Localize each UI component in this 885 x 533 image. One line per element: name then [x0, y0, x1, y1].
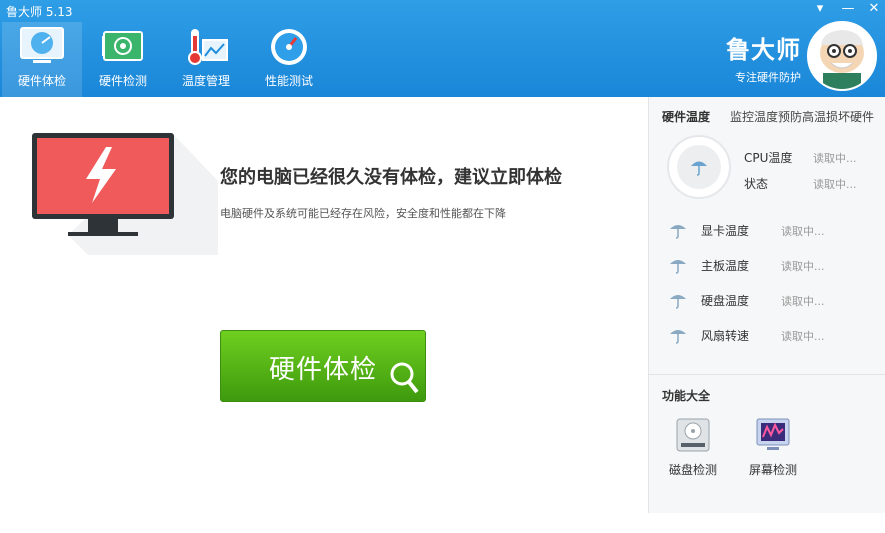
minimize-button[interactable]: —: [838, 1, 858, 16]
nav-tab-temperature[interactable]: 温度管理: [166, 22, 246, 97]
list-item: 显卡温度 读取中...: [669, 220, 869, 240]
tools-section-title: 功能大全: [662, 389, 711, 403]
tool-label: 屏幕检测: [748, 463, 797, 477]
menu-dropdown-button[interactable]: ▾: [810, 1, 830, 16]
hw-temp-value: 读取中...: [781, 295, 825, 308]
list-item: 硬盘温度 读取中...: [669, 290, 869, 310]
hw-temp-value: 读取中...: [781, 225, 825, 238]
hw-temp-name: 风扇转速: [701, 329, 750, 343]
disk-check-icon: [675, 417, 711, 453]
hardware-checkup-button[interactable]: 硬件体检: [220, 330, 426, 402]
app-title: 鲁大师 5.13: [6, 5, 73, 19]
bottom-strip: [0, 513, 885, 533]
temperature-section-desc: 监控温度预防高温损坏硬件: [730, 110, 875, 124]
cpu-temp-label: CPU温度: [744, 151, 793, 165]
cpu-temp-value: 读取中...: [813, 152, 857, 165]
umbrella-icon: [670, 260, 686, 274]
nav-tab-hardware-detect[interactable]: 硬件检测: [83, 22, 163, 97]
list-item: 风扇转速 读取中...: [669, 325, 869, 345]
hw-temp-name: 主板温度: [701, 259, 750, 273]
nav-label: 性能测试: [264, 74, 313, 88]
status-value: 读取中...: [813, 178, 857, 191]
nav-tab-performance[interactable]: 性能测试: [249, 22, 329, 97]
magnifier-icon: [389, 361, 419, 395]
brand-tagline: 专注硬件防护: [735, 71, 801, 84]
side-panel: 硬件温度 监控温度预防高温损坏硬件 CPU温度 读取中... 状态 读取中...…: [648, 97, 885, 513]
hw-temp-value: 读取中...: [781, 330, 825, 343]
monitor-check-icon: [19, 26, 65, 66]
checkup-headline: 您的电脑已经很久没有体检，建议立即体检: [220, 167, 562, 188]
umbrella-icon: [691, 161, 707, 176]
screen-check-button[interactable]: 屏幕检测: [743, 417, 803, 478]
nav-tab-hardware-checkup[interactable]: 硬件体检: [2, 22, 82, 97]
temperature-section-title: 硬件温度: [662, 110, 711, 124]
screen-check-icon: [755, 417, 791, 453]
divider: [649, 374, 885, 375]
tool-label: 磁盘检测: [668, 463, 717, 477]
speedometer-icon: [266, 26, 312, 66]
disk-check-button[interactable]: 磁盘检测: [663, 417, 723, 478]
main-panel: 您的电脑已经很久没有体检，建议立即体检 电脑硬件及系统可能已经存在风险，安全度和…: [0, 97, 648, 513]
status-label: 状态: [744, 177, 769, 191]
nav-label: 硬件检测: [98, 74, 147, 88]
list-item: 主板温度 读取中...: [669, 255, 869, 275]
circuit-board-icon: [100, 26, 146, 66]
checkup-button-label: 硬件体检: [269, 355, 378, 385]
brand: 鲁大师 专注硬件防护: [726, 30, 801, 85]
hw-temp-value: 读取中...: [781, 260, 825, 273]
checkup-subline: 电脑硬件及系统可能已经存在风险，安全度和性能都在下降: [220, 207, 506, 220]
hw-temp-name: 硬盘温度: [701, 294, 750, 308]
hw-temp-name: 显卡温度: [701, 224, 750, 238]
thermometer-icon: [183, 26, 229, 66]
title-bar: 鲁大师 5.13 ▾ — ✕ 硬件体检 硬件检测 温度管理 性能测试 鲁大师 专…: [0, 0, 885, 97]
umbrella-icon: [670, 330, 686, 344]
cpu-temperature-gauge: [667, 135, 731, 199]
close-button[interactable]: ✕: [864, 1, 884, 16]
nav-label: 温度管理: [181, 74, 230, 88]
brand-name: 鲁大师: [726, 36, 801, 64]
nav-label: 硬件体检: [17, 74, 66, 88]
monitor-alert-icon: [28, 131, 218, 255]
umbrella-icon: [670, 295, 686, 309]
mascot-avatar[interactable]: [807, 21, 877, 91]
umbrella-icon: [670, 225, 686, 239]
